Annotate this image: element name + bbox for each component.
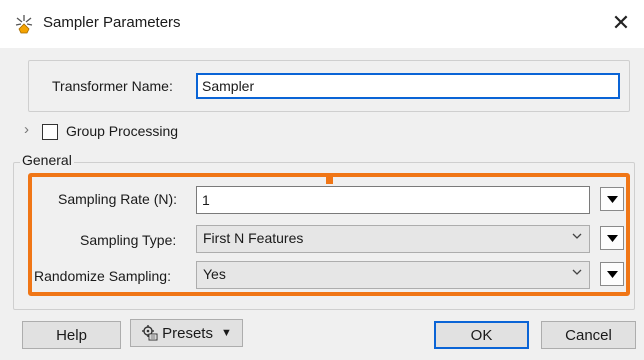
cancel-button[interactable]: Cancel — [541, 321, 636, 349]
sampling-rate-input[interactable] — [196, 186, 590, 214]
close-button[interactable]: ✕ — [598, 0, 644, 46]
dialog-title: Sampler Parameters — [43, 14, 181, 31]
menu-arrow-icon — [606, 234, 618, 242]
chevron-down-icon — [572, 269, 582, 275]
help-button-label: Help — [56, 326, 87, 344]
menu-arrow-icon — [606, 195, 618, 203]
sampling-rate-menu-button[interactable] — [600, 187, 624, 211]
sampling-rate-label: Sampling Rate (N): — [58, 191, 178, 207]
presets-button[interactable]: Presets ▼ — [130, 319, 243, 347]
transformer-name-label: Transformer Name: — [52, 78, 173, 94]
randomize-sampling-label: Randomize Sampling: — [34, 268, 171, 284]
help-button[interactable]: Help — [22, 321, 121, 349]
sampling-type-select[interactable]: First N Features — [196, 225, 590, 253]
title-bar: Sampler Parameters ✕ — [0, 0, 644, 48]
group-processing-checkbox[interactable] — [42, 124, 58, 140]
group-processing-expander-icon[interactable]: › — [24, 121, 29, 138]
presets-gear-icon — [141, 324, 159, 342]
general-group-title: General — [20, 152, 74, 168]
transformer-name-group: Transformer Name: — [28, 60, 630, 112]
chevron-down-icon — [572, 233, 582, 239]
sampler-transformer-icon — [13, 13, 35, 35]
sampler-parameters-dialog: Sampler Parameters ✕ Transformer Name: ›… — [0, 0, 644, 360]
close-icon: ✕ — [611, 10, 631, 35]
ok-button-label: OK — [470, 326, 493, 344]
randomize-sampling-value: Yes — [203, 266, 226, 282]
group-processing-label: Group Processing — [66, 123, 179, 139]
sampling-type-menu-button[interactable] — [600, 226, 624, 250]
randomize-sampling-menu-button[interactable] — [600, 262, 624, 286]
ok-button[interactable]: OK — [434, 321, 529, 349]
highlight-drag-handle[interactable] — [326, 177, 333, 184]
sampling-type-value: First N Features — [203, 230, 304, 246]
menu-arrow-icon — [606, 270, 618, 278]
presets-button-label: Presets — [162, 324, 213, 342]
sampling-type-label: Sampling Type: — [80, 232, 177, 248]
transformer-name-input[interactable] — [196, 73, 620, 99]
presets-dropdown-arrow-icon: ▼ — [220, 327, 232, 339]
cancel-button-label: Cancel — [565, 326, 612, 344]
randomize-sampling-select[interactable]: Yes — [196, 261, 590, 289]
